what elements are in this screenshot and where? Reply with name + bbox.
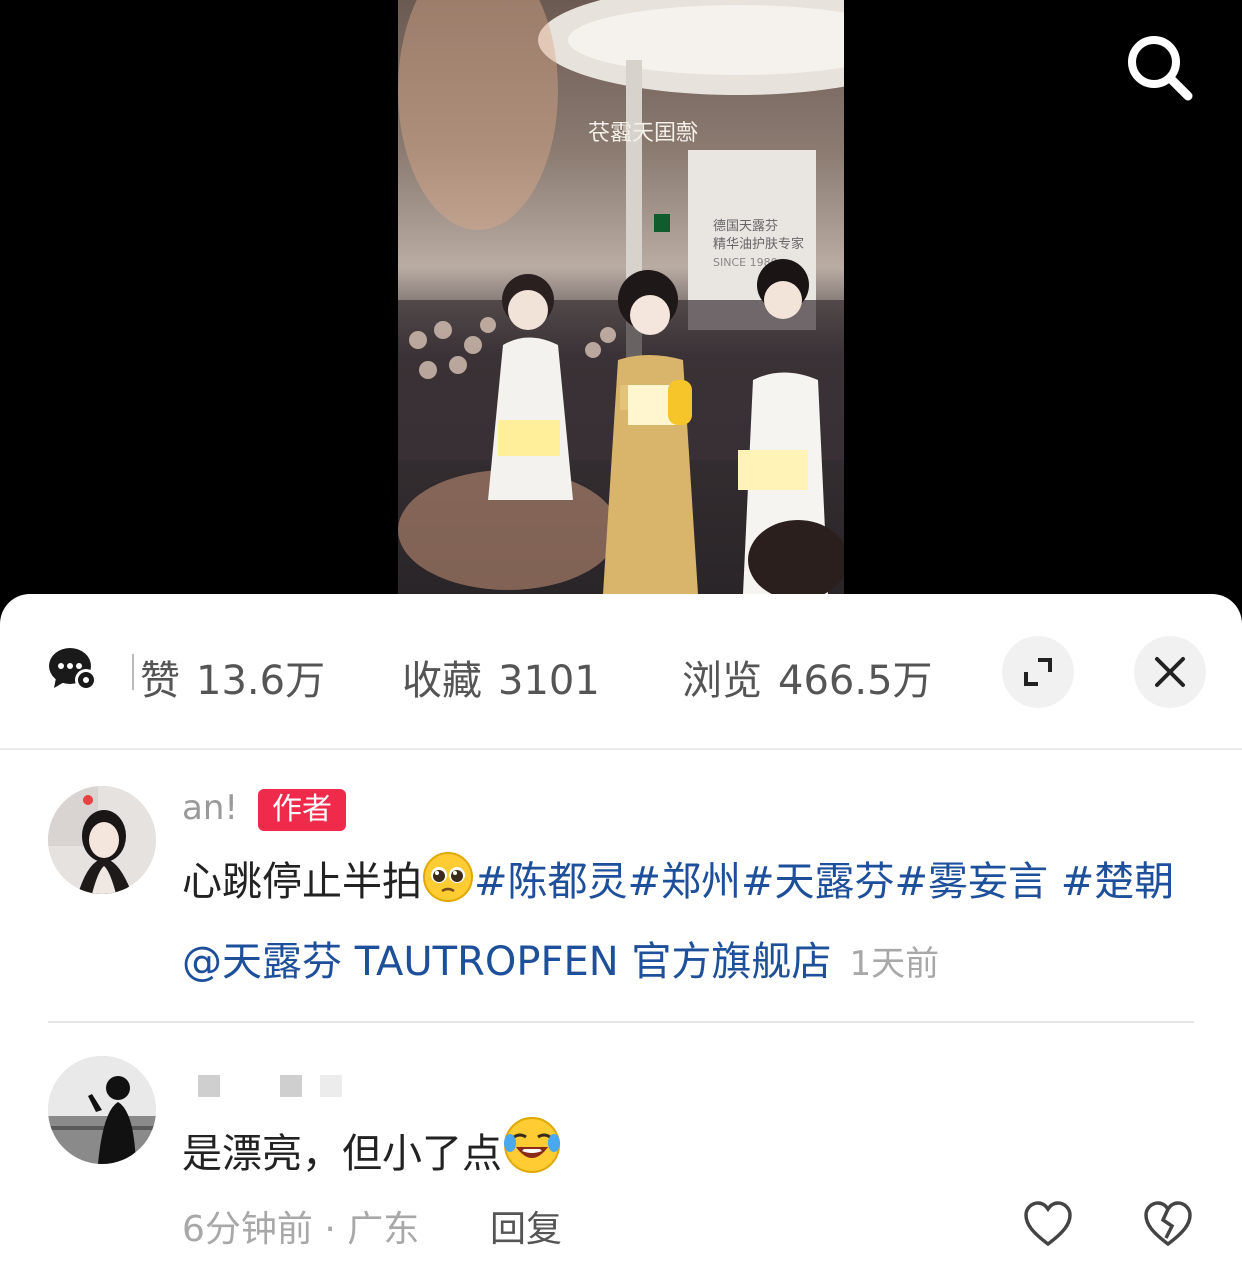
video-player[interactable]: 德国天露芬 精华油护肤专家 SINCE 1980 德国天露芬 xyxy=(0,0,1242,600)
like-button[interactable] xyxy=(1022,1198,1074,1250)
search-button[interactable] xyxy=(1120,28,1200,108)
reply-text: 是漂亮，但小了点 xyxy=(182,1131,502,1177)
reply-comment: 是漂亮，但小了点 6分钟前 · 广东 回复 xyxy=(0,594,1242,1283)
reply-button[interactable]: 回复 xyxy=(490,1200,562,1252)
poster-line2: 精华油护肤专家 xyxy=(713,236,804,252)
dislike-button[interactable] xyxy=(1142,1198,1194,1250)
avatar[interactable] xyxy=(48,1056,156,1164)
poster-line1: 德国天露芬 xyxy=(713,219,778,234)
rolling-laughing-icon xyxy=(502,1115,562,1198)
blurred-username xyxy=(320,1075,342,1097)
comment-sheet: 赞 13.6万 收藏 3101 浏览 466.5万 an! 作者 心跳停止半拍 … xyxy=(0,594,1242,1283)
video-scene: 德国天露芬 精华油护肤专家 SINCE 1980 德国天露芬 xyxy=(398,0,844,594)
mirrored-sign: 德国天露芬 xyxy=(588,121,698,146)
blurred-username xyxy=(280,1075,302,1097)
blurred-username xyxy=(198,1075,220,1097)
reply-meta: 6分钟前 · 广东 xyxy=(182,1209,420,1250)
search-icon xyxy=(1128,36,1193,101)
video-frame[interactable]: 德国天露芬 精华油护肤专家 SINCE 1980 德国天露芬 xyxy=(398,0,844,594)
reply-comment-text: 是漂亮，但小了点 xyxy=(182,1115,1192,1198)
heart-icon xyxy=(1024,1201,1072,1247)
broken-heart-icon xyxy=(1144,1201,1192,1247)
